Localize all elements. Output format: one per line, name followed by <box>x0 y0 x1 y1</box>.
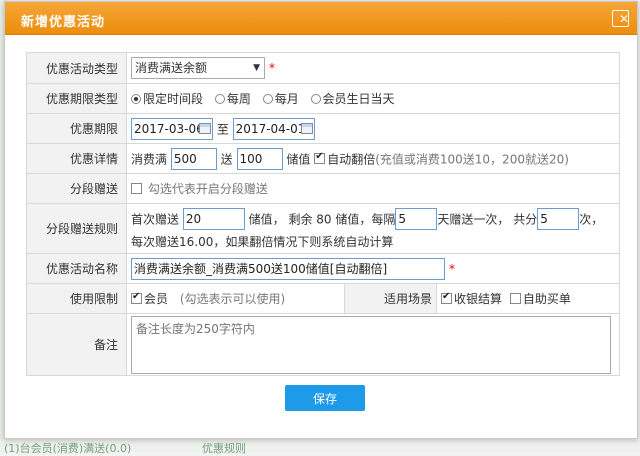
segment-label: 分段赠送 <box>26 173 127 204</box>
radio-monthly[interactable] <box>262 93 273 104</box>
member-checkbox[interactable] <box>131 291 142 304</box>
period-label: 优惠期限 <box>26 113 127 144</box>
radio-label-weekly: 每周 <box>226 92 251 106</box>
required-mark: * <box>269 61 275 75</box>
segment-checkbox[interactable] <box>131 183 142 194</box>
radio-label-monthly: 每月 <box>274 92 299 106</box>
close-icon[interactable]: ✕ <box>612 10 629 27</box>
segment-summary: 每次赠送16.00，如果翻倍情况下则系统自动计算 <box>131 234 394 249</box>
radio-weekly[interactable] <box>214 93 225 104</box>
segment-text-3: 次， <box>579 212 604 226</box>
radio-label-member-birthday: 会员生日当天 <box>322 92 395 106</box>
row-detail: 优惠详情 消费满 送 储值 自动翻倍(充值或消费100送10，200就送20) <box>26 143 620 174</box>
scene-checkout-checkbox[interactable] <box>441 291 452 304</box>
activity-type-select[interactable]: 消费满送余额 ▼ <box>131 57 265 79</box>
activity-name-input[interactable] <box>131 257 445 280</box>
segment-text-2: 天赠送一次， 共分 <box>437 212 538 226</box>
dialog-title: 新增优惠活动 <box>21 15 106 30</box>
radio-limited-period[interactable] <box>131 93 141 104</box>
row-segment-rule: 分段赠送规则 首次赠送 储值， 剩余 80 储值，每隔 天赠送一次， 共分 次， 每… <box>26 203 620 254</box>
calendar-icon[interactable] <box>300 122 313 134</box>
spend-amount-input[interactable] <box>170 147 217 170</box>
give-prefix: 送 <box>220 152 233 166</box>
activity-type-label: 优惠活动类型 <box>26 52 127 84</box>
member-note: (勾选表示可以使用) <box>179 292 286 306</box>
remark-textarea[interactable] <box>131 316 611 374</box>
background-footer: (1)台会员(消费)满送(0.0) 优惠规则 <box>0 440 640 455</box>
segment-count-input[interactable] <box>537 207 580 230</box>
row-segment: 分段赠送 勾选代表开启分段赠送 <box>26 173 620 204</box>
scene-self-order-label: 自助买单 <box>522 292 571 306</box>
interval-days-input[interactable] <box>395 207 438 230</box>
date-separator: 至 <box>216 122 229 136</box>
row-period: 优惠期限 至 <box>26 113 620 144</box>
unit-label: 储值 <box>286 152 311 166</box>
dialog-titlebar: 新增优惠活动 ✕ <box>5 2 637 35</box>
segment-text-1: 储值， 剩余 80 储值，每隔 <box>248 212 396 226</box>
scene-checkout-label: 收银结算 <box>454 292 503 306</box>
usage-label: 使用限制 <box>26 283 127 314</box>
auto-double-label: 自动翻倍 <box>327 152 376 166</box>
promotion-form: 优惠活动类型 消费满送余额 ▼ * 优惠期限类型 限定时间段 每周 每月 会员生… <box>26 52 620 376</box>
radio-label-limited-period: 限定时间段 <box>143 92 204 106</box>
first-give-prefix: 首次赠送 <box>131 212 180 226</box>
detail-label: 优惠详情 <box>26 143 127 174</box>
auto-double-note: (充值或消费100送10，200就送20) <box>375 152 569 166</box>
row-name: 优惠活动名称 * <box>26 253 620 284</box>
spend-prefix: 消费满 <box>131 152 168 166</box>
row-activity-type: 优惠活动类型 消费满送余额 ▼ * <box>26 52 620 84</box>
name-label: 优惠活动名称 <box>26 253 127 284</box>
chevron-down-icon: ▼ <box>253 63 260 73</box>
background-text-left: (1)台会员(消费)满送(0.0) <box>4 442 132 455</box>
row-remark: 备注 <box>26 313 620 376</box>
remark-label: 备注 <box>26 313 127 376</box>
row-usage: 使用限制 会员 (勾选表示可以使用) 适用场景 收银结算 自助买单 <box>26 283 620 314</box>
background-text-right: 优惠规则 <box>202 442 246 455</box>
scene-label: 适用场景 <box>344 283 437 314</box>
give-amount-input[interactable] <box>236 147 283 170</box>
add-promotion-dialog: 新增优惠活动 ✕ 优惠活动类型 消费满送余额 ▼ * 优惠期限类型 限定时间段 … <box>4 1 638 439</box>
row-period-type: 优惠期限类型 限定时间段 每周 每月 会员生日当天 <box>26 83 620 114</box>
first-give-input[interactable] <box>182 207 245 230</box>
save-button[interactable]: 保存 <box>285 385 365 411</box>
scene-self-order-checkbox[interactable] <box>509 293 521 304</box>
segment-note: 勾选代表开启分段赠送 <box>147 182 268 196</box>
calendar-icon[interactable] <box>199 122 211 134</box>
period-type-label: 优惠期限类型 <box>26 83 127 114</box>
member-label: 会员 <box>144 292 169 306</box>
segment-rule-label: 分段赠送规则 <box>26 203 127 254</box>
activity-type-value: 消费满送余额 <box>135 61 208 75</box>
required-mark: * <box>449 261 455 276</box>
radio-member-birthday[interactable] <box>310 93 321 104</box>
auto-double-checkbox[interactable] <box>314 151 326 164</box>
